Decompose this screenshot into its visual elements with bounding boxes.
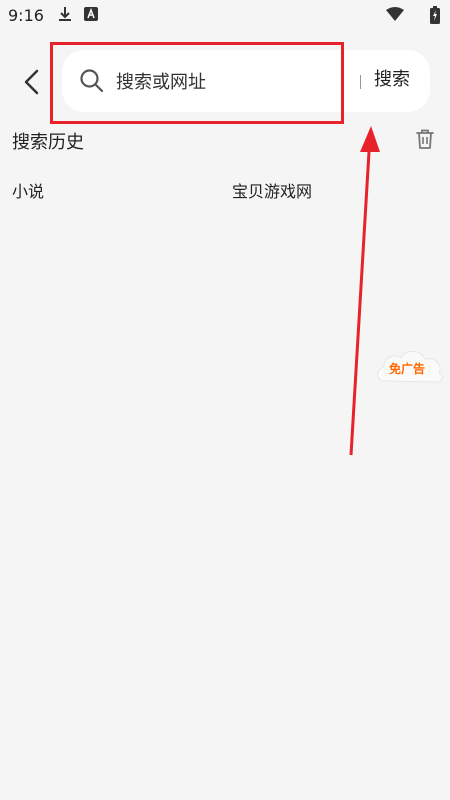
remove-ads-label: 免广告 [389, 362, 426, 376]
history-item[interactable]: 小说 [12, 178, 44, 202]
a-icon [84, 6, 98, 25]
battery-icon [430, 6, 440, 28]
chevron-left-icon [24, 69, 39, 95]
search-header: 搜索 [0, 42, 450, 124]
status-bar: 9:16 [0, 0, 450, 34]
remove-ads-badge[interactable]: 免广告 [373, 345, 447, 387]
clear-history-button[interactable] [414, 128, 436, 150]
trash-icon [416, 129, 434, 149]
search-button[interactable]: 搜索 [374, 65, 410, 91]
search-input[interactable] [114, 65, 338, 99]
search-icon [79, 68, 105, 94]
history-title: 搜索历史 [12, 132, 84, 153]
wifi-icon [385, 6, 405, 26]
search-bar: 搜索 [62, 50, 430, 112]
status-time: 9:16 [8, 6, 44, 25]
red-arrow-annotation [349, 126, 380, 456]
history-item[interactable]: 宝贝游戏网 [232, 178, 312, 202]
search-divider [360, 75, 361, 89]
back-button[interactable] [16, 62, 48, 102]
download-icon [58, 6, 72, 26]
